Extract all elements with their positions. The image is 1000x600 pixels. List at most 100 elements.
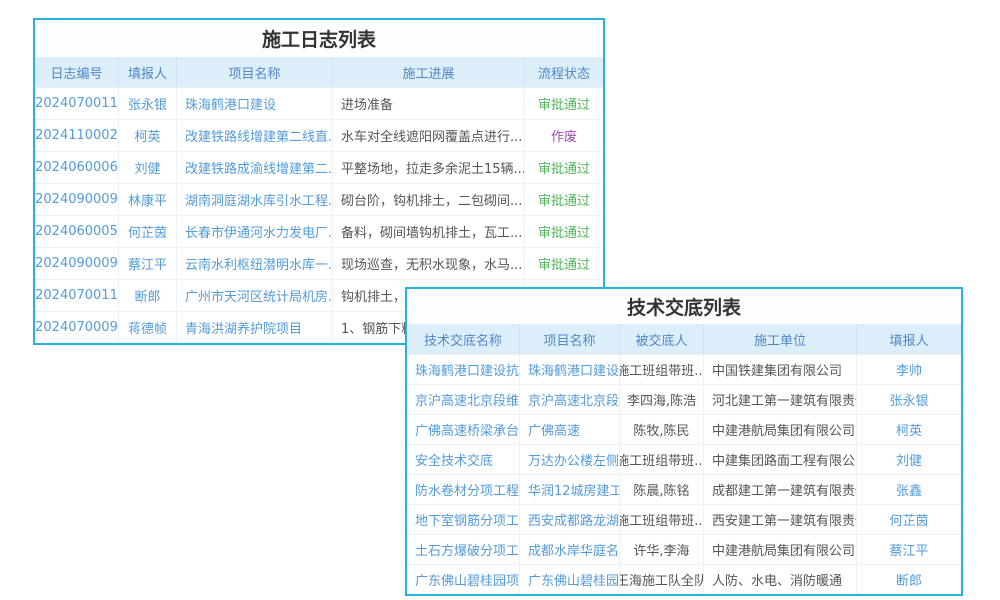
progress-cell: 进场准备	[333, 88, 525, 119]
disclosure-name-cell[interactable]: 珠海鹤港口建设抗浮...	[407, 355, 520, 384]
column-header-status: 流程状态	[525, 57, 603, 87]
project-cell[interactable]: 青海洪湖养护院项目	[177, 312, 333, 343]
reporter-cell[interactable]: 张鑫	[857, 475, 961, 504]
unit-cell: 河北建工第一建筑有限责任公司	[704, 385, 857, 414]
disclosure-name-cell[interactable]: 土石方爆破分项工程...	[407, 535, 520, 564]
unit-cell: 中国铁建集团有限公司	[704, 355, 857, 384]
reporter-cell[interactable]: 蒋德帧	[119, 312, 177, 343]
disclosure-table-row: 京沪高速北京段维修... 京沪高速北京段维修 李四海,陈浩 河北建工第一建筑有限…	[407, 384, 961, 414]
project-cell[interactable]: 珠海鹤港口建设	[177, 88, 333, 119]
log-id-cell[interactable]: 2024060006	[35, 152, 119, 183]
disclosure-name-cell[interactable]: 防水卷材分项工程施...	[407, 475, 520, 504]
project-cell[interactable]: 湖南洞庭湖水库引水工程...	[177, 184, 333, 215]
disclosure-table-row: 地下室钢筋分项工程... 西安成都路龙湖上... 施工班组带班... 西安建工第…	[407, 504, 961, 534]
project-cell[interactable]: 广东佛山碧桂园项目	[520, 565, 620, 594]
unit-cell: 中建港航局集团有限公司	[704, 415, 857, 444]
progress-cell: 平整场地，拉走多余泥土15辆...	[333, 152, 525, 183]
reporter-cell[interactable]: 刘健	[857, 445, 961, 474]
disclosed-to-cell: 王海施工队全队	[620, 565, 704, 594]
log-table-row: 2024090009 蔡江平 云南水利枢纽潜明水库一... 现场巡查，无积水现象…	[35, 247, 603, 279]
disclosure-table-row: 防水卷材分项工程施... 华润12城房建工... 陈晨,陈铭 成都建工第一建筑有…	[407, 474, 961, 504]
construction-log-header-row: 日志编号 填报人 项目名称 施工进展 流程状态	[35, 57, 603, 87]
reporter-cell[interactable]: 林康平	[119, 184, 177, 215]
disclosure-table-row: 广东佛山碧桂园项目... 广东佛山碧桂园项目 王海施工队全队 人防、水电、消防暖…	[407, 564, 961, 594]
disclosure-table-row: 广佛高速桥梁承台施... 广佛高速 陈牧,陈民 中建港航局集团有限公司 柯英	[407, 414, 961, 444]
reporter-cell[interactable]: 何芷茵	[119, 216, 177, 247]
project-cell[interactable]: 广佛高速	[520, 415, 620, 444]
disclosure-name-cell[interactable]: 安全技术交底	[407, 445, 520, 474]
disclosure-name-cell[interactable]: 广东佛山碧桂园项目...	[407, 565, 520, 594]
log-table-row: 2024070011 张永银 珠海鹤港口建设 进场准备 审批通过	[35, 87, 603, 119]
project-cell[interactable]: 改建铁路成渝线增建第二...	[177, 152, 333, 183]
status-cell: 作废	[525, 120, 603, 151]
project-cell[interactable]: 珠海鹤港口建设	[520, 355, 620, 384]
disclosed-to-cell: 李四海,陈浩	[620, 385, 704, 414]
log-id-cell[interactable]: 2024090009	[35, 248, 119, 279]
unit-cell: 中建港航局集团有限公司	[704, 535, 857, 564]
page: 施工日志列表 日志编号 填报人 项目名称 施工进展 流程状态 202407001…	[0, 0, 1000, 600]
progress-cell: 备料，砌间墙钩机排土，瓦工...	[333, 216, 525, 247]
disclosed-to-cell: 陈牧,陈民	[620, 415, 704, 444]
log-id-cell[interactable]: 2024060005	[35, 216, 119, 247]
construction-log-title: 施工日志列表	[35, 20, 603, 57]
column-header-progress: 施工进展	[333, 57, 525, 87]
progress-cell: 现场巡查，无积水现象，水马...	[333, 248, 525, 279]
project-cell[interactable]: 云南水利枢纽潜明水库一...	[177, 248, 333, 279]
column-header-project: 项目名称	[520, 324, 620, 354]
column-header-unit: 施工单位	[704, 324, 857, 354]
disclosure-table-row: 珠海鹤港口建设抗浮... 珠海鹤港口建设 施工班组带班... 中国铁建集团有限公…	[407, 354, 961, 384]
reporter-cell[interactable]: 柯英	[857, 415, 961, 444]
project-cell[interactable]: 京沪高速北京段维修	[520, 385, 620, 414]
technical-disclosure-panel: 技术交底列表 技术交底名称 项目名称 被交底人 施工单位 填报人 珠海鹤港口建设…	[405, 287, 963, 596]
progress-cell: 砌台阶，钩机排土，二包砌间...	[333, 184, 525, 215]
reporter-cell[interactable]: 柯英	[119, 120, 177, 151]
reporter-cell[interactable]: 断郎	[857, 565, 961, 594]
reporter-cell[interactable]: 断郎	[119, 280, 177, 311]
technical-disclosure-title: 技术交底列表	[407, 289, 961, 324]
unit-cell: 中建集团路面工程有限公司	[704, 445, 857, 474]
project-cell[interactable]: 成都水岸华庭名苑...	[520, 535, 620, 564]
disclosed-to-cell: 施工班组带班...	[620, 445, 704, 474]
column-header-log-id: 日志编号	[35, 57, 119, 87]
disclosure-name-cell[interactable]: 京沪高速北京段维修...	[407, 385, 520, 414]
project-cell[interactable]: 广州市天河区统计局机房...	[177, 280, 333, 311]
column-header-reporter: 填报人	[857, 324, 961, 354]
log-table-row: 2024110002 柯英 改建铁路线增建第二线直... 水车对全线遮阳网覆盖点…	[35, 119, 603, 151]
log-id-cell[interactable]: 2024070011	[35, 280, 119, 311]
reporter-cell[interactable]: 李帅	[857, 355, 961, 384]
unit-cell: 人防、水电、消防暖通	[704, 565, 857, 594]
disclosure-name-cell[interactable]: 地下室钢筋分项工程...	[407, 505, 520, 534]
disclosed-to-cell: 施工班组带班...	[620, 505, 704, 534]
log-table-row: 2024060006 刘健 改建铁路成渝线增建第二... 平整场地，拉走多余泥土…	[35, 151, 603, 183]
log-table-row: 2024060005 何芷茵 长春市伊通河水力发电厂... 备料，砌间墙钩机排土…	[35, 215, 603, 247]
project-cell[interactable]: 长春市伊通河水力发电厂...	[177, 216, 333, 247]
disclosure-name-cell[interactable]: 广佛高速桥梁承台施...	[407, 415, 520, 444]
unit-cell: 西安建工第一建筑有限责任公司	[704, 505, 857, 534]
reporter-cell[interactable]: 张永银	[857, 385, 961, 414]
reporter-cell[interactable]: 蔡江平	[857, 535, 961, 564]
disclosed-to-cell: 许华,李海	[620, 535, 704, 564]
reporter-cell[interactable]: 刘健	[119, 152, 177, 183]
log-id-cell[interactable]: 2024090009	[35, 184, 119, 215]
disclosure-header-row: 技术交底名称 项目名称 被交底人 施工单位 填报人	[407, 324, 961, 354]
log-table-row: 2024090009 林康平 湖南洞庭湖水库引水工程... 砌台阶，钩机排土，二…	[35, 183, 603, 215]
project-cell[interactable]: 万达办公楼左侧A...	[520, 445, 620, 474]
disclosed-to-cell: 陈晨,陈铭	[620, 475, 704, 504]
log-id-cell[interactable]: 2024070011	[35, 88, 119, 119]
project-cell[interactable]: 西安成都路龙湖上...	[520, 505, 620, 534]
unit-cell: 成都建工第一建筑有限责任公司	[704, 475, 857, 504]
status-cell: 审批通过	[525, 184, 603, 215]
status-cell: 审批通过	[525, 152, 603, 183]
log-id-cell[interactable]: 2024110002	[35, 120, 119, 151]
status-cell: 审批通过	[525, 248, 603, 279]
column-header-disclosure-name: 技术交底名称	[407, 324, 520, 354]
column-header-reporter: 填报人	[119, 57, 177, 87]
reporter-cell[interactable]: 张永银	[119, 88, 177, 119]
status-cell: 审批通过	[525, 88, 603, 119]
reporter-cell[interactable]: 蔡江平	[119, 248, 177, 279]
project-cell[interactable]: 改建铁路线增建第二线直...	[177, 120, 333, 151]
log-id-cell[interactable]: 2024070009	[35, 312, 119, 343]
reporter-cell[interactable]: 何芷茵	[857, 505, 961, 534]
disclosure-table-row: 安全技术交底 万达办公楼左侧A... 施工班组带班... 中建集团路面工程有限公…	[407, 444, 961, 474]
project-cell[interactable]: 华润12城房建工...	[520, 475, 620, 504]
